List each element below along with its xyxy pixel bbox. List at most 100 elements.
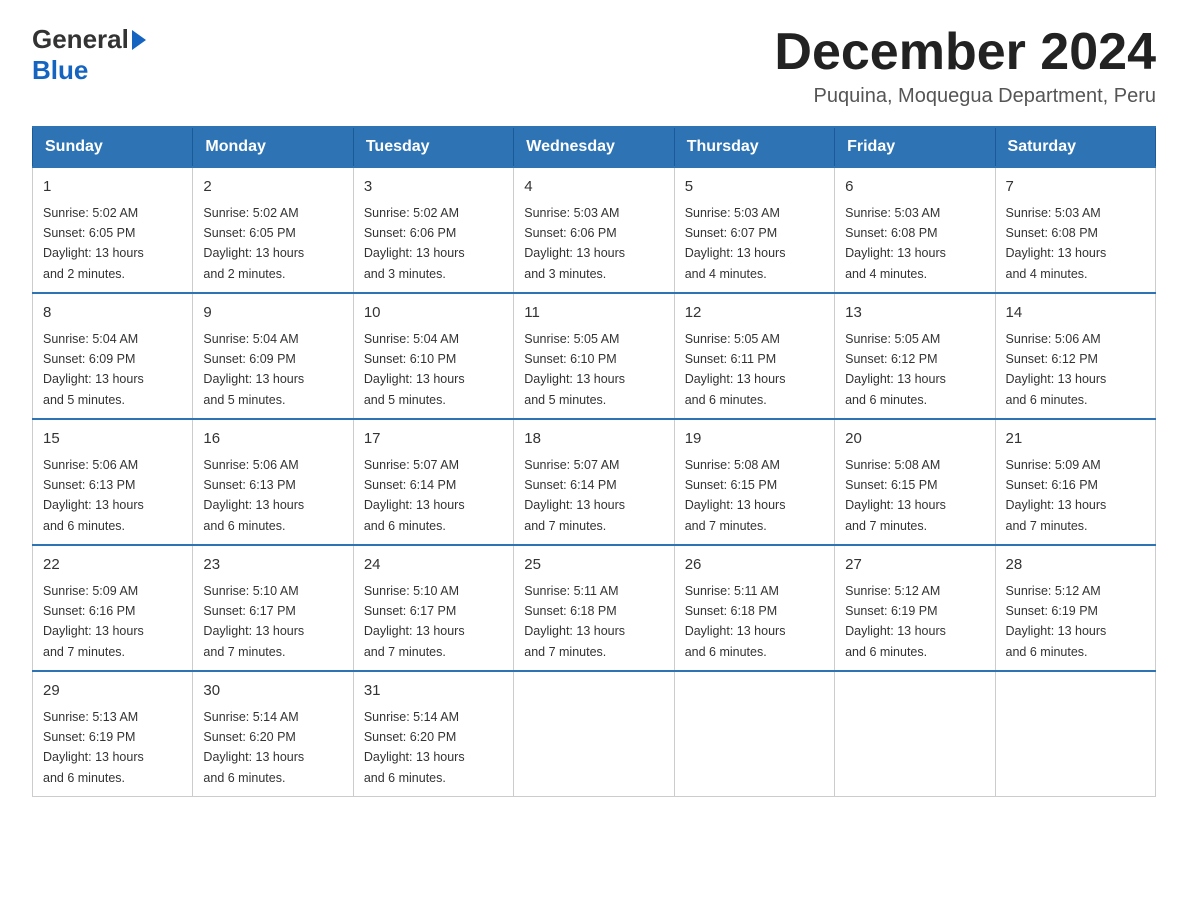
logo: General Blue — [32, 24, 146, 86]
calendar-cell: 24Sunrise: 5:10 AMSunset: 6:17 PMDayligh… — [353, 545, 513, 671]
calendar-table: SundayMondayTuesdayWednesdayThursdayFrid… — [32, 126, 1156, 797]
day-number: 1 — [43, 176, 182, 199]
day-number: 10 — [364, 302, 503, 325]
day-number: 7 — [1006, 176, 1145, 199]
day-number: 25 — [524, 554, 663, 577]
calendar-cell: 19Sunrise: 5:08 AMSunset: 6:15 PMDayligh… — [674, 419, 834, 545]
calendar-week-row: 8 Sunrise: 5:04 AMSunset: 6:09 PMDaylight… — [33, 293, 1156, 419]
calendar-cell: 8 Sunrise: 5:04 AMSunset: 6:09 PMDaylight… — [33, 293, 193, 419]
weekday-header-saturday: Saturday — [995, 127, 1155, 167]
day-info: Sunrise: 5:06 AMSunset: 6:12 PMDaylight:… — [1006, 332, 1107, 407]
month-title: December 2024 — [774, 24, 1156, 81]
day-info: Sunrise: 5:14 AMSunset: 6:20 PMDaylight:… — [364, 710, 465, 785]
calendar-cell: 23Sunrise: 5:10 AMSunset: 6:17 PMDayligh… — [193, 545, 353, 671]
weekday-header-row: SundayMondayTuesdayWednesdayThursdayFrid… — [33, 127, 1156, 167]
day-number: 13 — [845, 302, 984, 325]
day-info: Sunrise: 5:06 AMSunset: 6:13 PMDaylight:… — [43, 458, 144, 533]
day-info: Sunrise: 5:03 AMSunset: 6:07 PMDaylight:… — [685, 206, 786, 281]
calendar-week-row: 22 Sunrise: 5:09 AMSunset: 6:16 PMDayligh… — [33, 545, 1156, 671]
day-info: Sunrise: 5:10 AMSunset: 6:17 PMDaylight:… — [364, 584, 465, 659]
calendar-cell: 1 Sunrise: 5:02 AMSunset: 6:05 PMDaylight… — [33, 167, 193, 293]
calendar-cell: 5Sunrise: 5:03 AMSunset: 6:07 PMDaylight… — [674, 167, 834, 293]
day-info: Sunrise: 5:11 AMSunset: 6:18 PMDaylight:… — [524, 584, 625, 659]
day-info: Sunrise: 5:04 AMSunset: 6:09 PMDaylight:… — [203, 332, 304, 407]
calendar-cell: 29 Sunrise: 5:13 AMSunset: 6:19 PMDayligh… — [33, 671, 193, 797]
day-number: 29 — [43, 680, 182, 703]
day-info: Sunrise: 5:05 AMSunset: 6:10 PMDaylight:… — [524, 332, 625, 407]
calendar-cell: 3 Sunrise: 5:02 AMSunset: 6:06 PMDaylight… — [353, 167, 513, 293]
day-info: Sunrise: 5:05 AMSunset: 6:12 PMDaylight:… — [845, 332, 946, 407]
calendar-cell: 2 Sunrise: 5:02 AMSunset: 6:05 PMDaylight… — [193, 167, 353, 293]
day-info: Sunrise: 5:04 AMSunset: 6:09 PMDaylight:… — [43, 332, 144, 407]
calendar-cell: 21Sunrise: 5:09 AMSunset: 6:16 PMDayligh… — [995, 419, 1155, 545]
day-info: Sunrise: 5:04 AMSunset: 6:10 PMDaylight:… — [364, 332, 465, 407]
calendar-week-row: 1 Sunrise: 5:02 AMSunset: 6:05 PMDaylight… — [33, 167, 1156, 293]
day-number: 14 — [1006, 302, 1145, 325]
logo-blue-text: Blue — [32, 55, 88, 85]
day-info: Sunrise: 5:03 AMSunset: 6:08 PMDaylight:… — [1006, 206, 1107, 281]
calendar-cell: 27 Sunrise: 5:12 AMSunset: 6:19 PMDayligh… — [835, 545, 995, 671]
day-info: Sunrise: 5:03 AMSunset: 6:06 PMDaylight:… — [524, 206, 625, 281]
weekday-header-tuesday: Tuesday — [353, 127, 513, 167]
calendar-cell: 18Sunrise: 5:07 AMSunset: 6:14 PMDayligh… — [514, 419, 674, 545]
title-area: December 2024 Puquina, Moquegua Departme… — [774, 24, 1156, 108]
calendar-cell — [674, 671, 834, 797]
day-info: Sunrise: 5:07 AMSunset: 6:14 PMDaylight:… — [524, 458, 625, 533]
calendar-cell: 15 Sunrise: 5:06 AMSunset: 6:13 PMDayligh… — [33, 419, 193, 545]
calendar-cell: 12 Sunrise: 5:05 AMSunset: 6:11 PMDayligh… — [674, 293, 834, 419]
day-number: 9 — [203, 302, 342, 325]
day-info: Sunrise: 5:08 AMSunset: 6:15 PMDaylight:… — [685, 458, 786, 533]
calendar-cell: 7 Sunrise: 5:03 AMSunset: 6:08 PMDaylight… — [995, 167, 1155, 293]
day-info: Sunrise: 5:08 AMSunset: 6:15 PMDaylight:… — [845, 458, 946, 533]
logo-arrow-icon — [132, 30, 146, 50]
day-number: 28 — [1006, 554, 1145, 577]
day-info: Sunrise: 5:12 AMSunset: 6:19 PMDaylight:… — [845, 584, 946, 659]
day-number: 23 — [203, 554, 342, 577]
day-number: 11 — [524, 302, 663, 325]
day-number: 30 — [203, 680, 342, 703]
day-info: Sunrise: 5:02 AMSunset: 6:05 PMDaylight:… — [203, 206, 304, 281]
day-number: 27 — [845, 554, 984, 577]
day-number: 26 — [685, 554, 824, 577]
day-number: 22 — [43, 554, 182, 577]
calendar-cell: 11 Sunrise: 5:05 AMSunset: 6:10 PMDayligh… — [514, 293, 674, 419]
calendar-cell — [995, 671, 1155, 797]
calendar-cell: 22 Sunrise: 5:09 AMSunset: 6:16 PMDayligh… — [33, 545, 193, 671]
weekday-header-thursday: Thursday — [674, 127, 834, 167]
calendar-cell: 13 Sunrise: 5:05 AMSunset: 6:12 PMDayligh… — [835, 293, 995, 419]
day-info: Sunrise: 5:02 AMSunset: 6:05 PMDaylight:… — [43, 206, 144, 281]
calendar-cell: 20Sunrise: 5:08 AMSunset: 6:15 PMDayligh… — [835, 419, 995, 545]
calendar-cell: 9 Sunrise: 5:04 AMSunset: 6:09 PMDaylight… — [193, 293, 353, 419]
day-number: 12 — [685, 302, 824, 325]
calendar-cell: 28 Sunrise: 5:12 AMSunset: 6:19 PMDayligh… — [995, 545, 1155, 671]
location-subtitle: Puquina, Moquegua Department, Peru — [774, 85, 1156, 108]
day-info: Sunrise: 5:03 AMSunset: 6:08 PMDaylight:… — [845, 206, 946, 281]
day-info: Sunrise: 5:12 AMSunset: 6:19 PMDaylight:… — [1006, 584, 1107, 659]
day-number: 3 — [364, 176, 503, 199]
calendar-cell: 25 Sunrise: 5:11 AMSunset: 6:18 PMDayligh… — [514, 545, 674, 671]
day-number: 15 — [43, 428, 182, 451]
calendar-cell: 14 Sunrise: 5:06 AMSunset: 6:12 PMDayligh… — [995, 293, 1155, 419]
day-info: Sunrise: 5:05 AMSunset: 6:11 PMDaylight:… — [685, 332, 786, 407]
day-number: 31 — [364, 680, 503, 703]
day-info: Sunrise: 5:09 AMSunset: 6:16 PMDaylight:… — [43, 584, 144, 659]
calendar-week-row: 29 Sunrise: 5:13 AMSunset: 6:19 PMDayligh… — [33, 671, 1156, 797]
calendar-cell: 16Sunrise: 5:06 AMSunset: 6:13 PMDayligh… — [193, 419, 353, 545]
calendar-cell — [514, 671, 674, 797]
day-info: Sunrise: 5:02 AMSunset: 6:06 PMDaylight:… — [364, 206, 465, 281]
calendar-cell: 30Sunrise: 5:14 AMSunset: 6:20 PMDayligh… — [193, 671, 353, 797]
day-info: Sunrise: 5:09 AMSunset: 6:16 PMDaylight:… — [1006, 458, 1107, 533]
weekday-header-sunday: Sunday — [33, 127, 193, 167]
calendar-cell: 10 Sunrise: 5:04 AMSunset: 6:10 PMDayligh… — [353, 293, 513, 419]
day-number: 17 — [364, 428, 503, 451]
weekday-header-friday: Friday — [835, 127, 995, 167]
calendar-cell: 6Sunrise: 5:03 AMSunset: 6:08 PMDaylight… — [835, 167, 995, 293]
weekday-header-monday: Monday — [193, 127, 353, 167]
day-number: 2 — [203, 176, 342, 199]
day-info: Sunrise: 5:06 AMSunset: 6:13 PMDaylight:… — [203, 458, 304, 533]
logo-general-text: General — [32, 24, 129, 55]
calendar-cell: 4Sunrise: 5:03 AMSunset: 6:06 PMDaylight… — [514, 167, 674, 293]
day-info: Sunrise: 5:13 AMSunset: 6:19 PMDaylight:… — [43, 710, 144, 785]
day-number: 8 — [43, 302, 182, 325]
page-header: General Blue December 2024 Puquina, Moqu… — [32, 24, 1156, 108]
